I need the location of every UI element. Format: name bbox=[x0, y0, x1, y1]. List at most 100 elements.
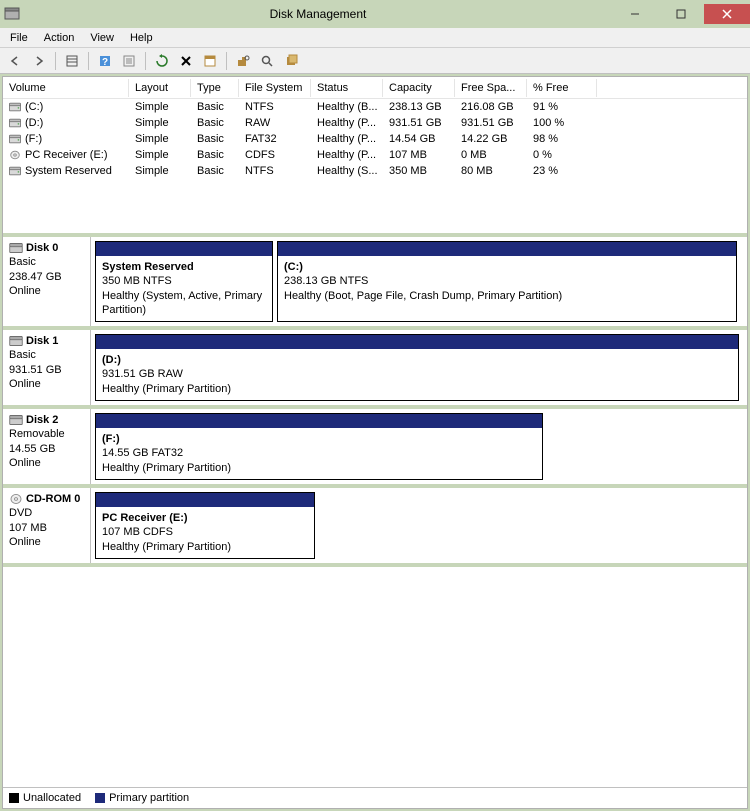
disk-info[interactable]: Disk 2Removable14.55 GBOnline bbox=[3, 409, 91, 484]
volume-type-cell: Basic bbox=[191, 148, 239, 162]
menu-view[interactable]: View bbox=[82, 30, 122, 46]
volume-row[interactable]: (C:)SimpleBasicNTFSHealthy (B...238.13 G… bbox=[3, 99, 747, 115]
partition-size: 107 MB CDFS bbox=[102, 525, 308, 539]
partition[interactable]: PC Receiver (E:)107 MB CDFSHealthy (Prim… bbox=[95, 492, 315, 559]
toolbar-separator bbox=[145, 52, 146, 70]
volume-pfree-cell: 23 % bbox=[527, 164, 597, 178]
partitions-container: System Reserved350 MB NTFSHealthy (Syste… bbox=[91, 237, 747, 326]
col-freespace[interactable]: Free Spa... bbox=[455, 79, 527, 97]
legend-primary: Primary partition bbox=[95, 792, 189, 804]
disk-info[interactable]: Disk 1Basic931.51 GBOnline bbox=[3, 330, 91, 405]
partition-size: 238.13 GB NTFS bbox=[284, 274, 730, 288]
volume-pfree-cell: 0 % bbox=[527, 148, 597, 162]
volume-status-cell: Healthy (P... bbox=[311, 132, 383, 146]
volume-row[interactable]: (F:)SimpleBasicFAT32Healthy (P...14.54 G… bbox=[3, 131, 747, 147]
col-volume[interactable]: Volume bbox=[3, 79, 129, 97]
volume-list-header: Volume Layout Type File System Status Ca… bbox=[3, 77, 747, 99]
disk-row: CD-ROM 0DVD107 MBOnlinePC Receiver (E:)1… bbox=[3, 488, 747, 567]
delete-icon[interactable] bbox=[175, 50, 197, 72]
menu-file[interactable]: File bbox=[2, 30, 36, 46]
partition[interactable]: (C:)238.13 GB NTFSHealthy (Boot, Page Fi… bbox=[277, 241, 737, 322]
volume-fs-cell: NTFS bbox=[239, 164, 311, 178]
col-filesystem[interactable]: File System bbox=[239, 79, 311, 97]
disk-type: DVD bbox=[9, 506, 84, 520]
menu-help[interactable]: Help bbox=[122, 30, 161, 46]
volume-name-cell: (F:) bbox=[3, 132, 129, 146]
legend-unallocated-label: Unallocated bbox=[23, 792, 81, 804]
disk-size: 238.47 GB bbox=[9, 270, 84, 284]
disk-info[interactable]: CD-ROM 0DVD107 MBOnline bbox=[3, 488, 91, 563]
volume-row[interactable]: System ReservedSimpleBasicNTFSHealthy (S… bbox=[3, 163, 747, 179]
partition-size: 931.51 GB RAW bbox=[102, 367, 732, 381]
settings-icon[interactable] bbox=[232, 50, 254, 72]
volume-type-cell: Basic bbox=[191, 100, 239, 114]
more-actions-button[interactable] bbox=[118, 50, 140, 72]
volume-list: Volume Layout Type File System Status Ca… bbox=[3, 77, 747, 233]
partition-body: (F:)14.55 GB FAT32Healthy (Primary Parti… bbox=[96, 428, 542, 479]
volume-name: PC Receiver (E:) bbox=[25, 149, 108, 161]
disk-name: Disk 2 bbox=[9, 413, 84, 427]
wizard-icon[interactable] bbox=[280, 50, 302, 72]
menu-action[interactable]: Action bbox=[36, 30, 83, 46]
volume-status-cell: Healthy (S... bbox=[311, 164, 383, 178]
col-layout[interactable]: Layout bbox=[129, 79, 191, 97]
volume-row[interactable]: PC Receiver (E:)SimpleBasicCDFSHealthy (… bbox=[3, 147, 747, 163]
refresh-button[interactable] bbox=[151, 50, 173, 72]
volume-capacity-cell: 107 MB bbox=[383, 148, 455, 162]
app-icon bbox=[4, 6, 20, 22]
legend-unallocated: Unallocated bbox=[9, 792, 81, 804]
toolbar-separator bbox=[55, 52, 56, 70]
legend: Unallocated Primary partition bbox=[3, 787, 747, 808]
volume-capacity-cell: 14.54 GB bbox=[383, 132, 455, 146]
disk-info[interactable]: Disk 0Basic238.47 GBOnline bbox=[3, 237, 91, 326]
partition[interactable]: (F:)14.55 GB FAT32Healthy (Primary Parti… bbox=[95, 413, 543, 480]
back-button[interactable] bbox=[4, 50, 26, 72]
volume-fs-cell: RAW bbox=[239, 116, 311, 130]
toolbar: ? bbox=[0, 48, 750, 74]
window-controls bbox=[612, 4, 750, 24]
toolbar-separator bbox=[226, 52, 227, 70]
col-percentfree[interactable]: % Free bbox=[527, 79, 597, 97]
close-button[interactable] bbox=[704, 4, 750, 24]
forward-button[interactable] bbox=[28, 50, 50, 72]
volume-name-cell: (C:) bbox=[3, 100, 129, 114]
volume-free-cell: 0 MB bbox=[455, 148, 527, 162]
col-type[interactable]: Type bbox=[191, 79, 239, 97]
disk-row: Disk 1Basic931.51 GBOnline(D:)931.51 GB … bbox=[3, 330, 747, 409]
volume-name-cell: System Reserved bbox=[3, 164, 129, 178]
volume-pfree-cell: 91 % bbox=[527, 100, 597, 114]
disk-row: Disk 2Removable14.55 GBOnline(F:)14.55 G… bbox=[3, 409, 747, 488]
col-status[interactable]: Status bbox=[311, 79, 383, 97]
help-button[interactable]: ? bbox=[94, 50, 116, 72]
volume-row[interactable]: (D:)SimpleBasicRAWHealthy (P...931.51 GB… bbox=[3, 115, 747, 131]
volume-capacity-cell: 931.51 GB bbox=[383, 116, 455, 130]
disk-size: 931.51 GB bbox=[9, 363, 84, 377]
col-capacity[interactable]: Capacity bbox=[383, 79, 455, 97]
partition-status: Healthy (Primary Partition) bbox=[102, 461, 536, 475]
partition-header bbox=[96, 493, 314, 507]
volume-type-cell: Basic bbox=[191, 132, 239, 146]
partition-body: (C:)238.13 GB NTFSHealthy (Boot, Page Fi… bbox=[278, 256, 736, 307]
partition[interactable]: System Reserved350 MB NTFSHealthy (Syste… bbox=[95, 241, 273, 322]
minimize-button[interactable] bbox=[612, 4, 658, 24]
search-icon[interactable] bbox=[256, 50, 278, 72]
partition-size: 14.55 GB FAT32 bbox=[102, 446, 536, 460]
maximize-button[interactable] bbox=[658, 4, 704, 24]
volume-layout-cell: Simple bbox=[129, 132, 191, 146]
partition-body: (D:)931.51 GB RAWHealthy (Primary Partit… bbox=[96, 349, 738, 400]
partition[interactable]: (D:)931.51 GB RAWHealthy (Primary Partit… bbox=[95, 334, 739, 401]
disk-type: Basic bbox=[9, 255, 84, 269]
volume-status-cell: Healthy (P... bbox=[311, 148, 383, 162]
partition-name: System Reserved bbox=[102, 260, 266, 274]
partition-body: PC Receiver (E:)107 MB CDFSHealthy (Prim… bbox=[96, 507, 314, 558]
content-area: Volume Layout Type File System Status Ca… bbox=[2, 76, 748, 809]
partition-header bbox=[96, 335, 738, 349]
properties-icon[interactable] bbox=[199, 50, 221, 72]
disk-state: Online bbox=[9, 284, 84, 298]
titlebar: Disk Management bbox=[0, 0, 750, 28]
volume-layout-cell: Simple bbox=[129, 116, 191, 130]
disk-name: Disk 1 bbox=[9, 334, 84, 348]
volume-free-cell: 931.51 GB bbox=[455, 116, 527, 130]
show-hide-button[interactable] bbox=[61, 50, 83, 72]
legend-primary-label: Primary partition bbox=[109, 792, 189, 804]
